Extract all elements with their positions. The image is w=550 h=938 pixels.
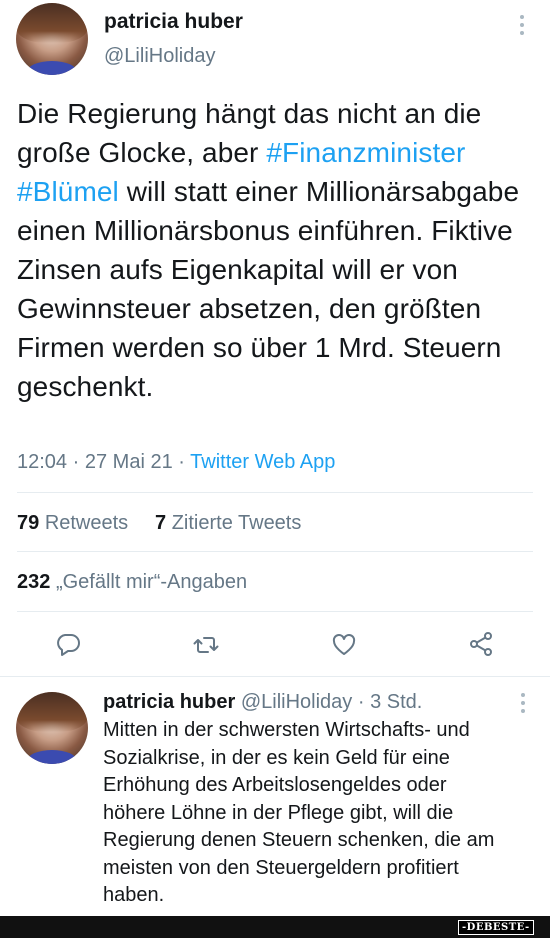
share-icon[interactable] xyxy=(468,631,494,662)
divider xyxy=(17,611,533,612)
tweet-text: Die Regierung hängt das nicht an die gro… xyxy=(17,94,532,406)
tweet-source[interactable]: Twitter Web App xyxy=(190,451,335,473)
retweets-stat[interactable]: 79 Retweets xyxy=(17,512,128,535)
author-avatar[interactable] xyxy=(16,3,88,75)
like-icon[interactable] xyxy=(331,632,357,663)
author-handle[interactable]: @LiliHoliday xyxy=(104,45,215,68)
quotes-label: Zitierte Tweets xyxy=(171,512,302,534)
likes-stat[interactable]: 232 „Gefällt mir“-Angaben xyxy=(17,571,247,594)
likes-count: 232 xyxy=(17,571,51,593)
author-name[interactable]: patricia huber xyxy=(104,10,243,34)
reply-author-name[interactable]: patricia huber xyxy=(103,691,235,713)
meta-separator: · xyxy=(178,451,185,473)
retweets-label: Retweets xyxy=(44,512,129,534)
retweet-icon[interactable] xyxy=(193,632,219,663)
meta-separator: · xyxy=(72,451,80,473)
more-options-icon[interactable] xyxy=(516,14,528,41)
quotes-stat[interactable]: 7 Zitierte Tweets xyxy=(155,512,301,535)
reply-author-avatar[interactable] xyxy=(16,692,88,764)
reply-separator: · xyxy=(357,691,365,713)
divider xyxy=(17,492,533,493)
tweet-time[interactable]: 12:04 xyxy=(17,451,67,473)
reply-icon[interactable] xyxy=(55,631,81,662)
tweet-date[interactable]: 27 Mai 21 xyxy=(85,451,173,473)
reply-more-options-icon[interactable] xyxy=(517,692,529,719)
reply-header: patricia huber @LiliHoliday · 3 Std. xyxy=(103,691,422,714)
reply-author-handle[interactable]: @LiliHoliday xyxy=(241,691,352,713)
likes-label: „Gefällt mir“-Angaben xyxy=(55,571,248,593)
divider xyxy=(17,551,533,552)
reply-text: Mitten in der schwersten Wirtschafts- un… xyxy=(103,719,495,906)
tweet-text-part: will statt einer Millionärsabgabe einen … xyxy=(17,176,520,402)
watermark-logo: -DEBESTE- xyxy=(458,920,534,935)
reply-age[interactable]: 3 Std. xyxy=(370,691,422,713)
hashtag-finanzminister[interactable]: #Finanzminister xyxy=(266,137,465,168)
retweets-count: 79 xyxy=(17,512,40,534)
hashtag-bluemel[interactable]: #Blümel xyxy=(17,176,119,207)
tweet-meta: 12:04 · 27 Mai 21 · Twitter Web App xyxy=(17,451,335,474)
quotes-count: 7 xyxy=(155,512,167,534)
divider xyxy=(0,676,550,677)
